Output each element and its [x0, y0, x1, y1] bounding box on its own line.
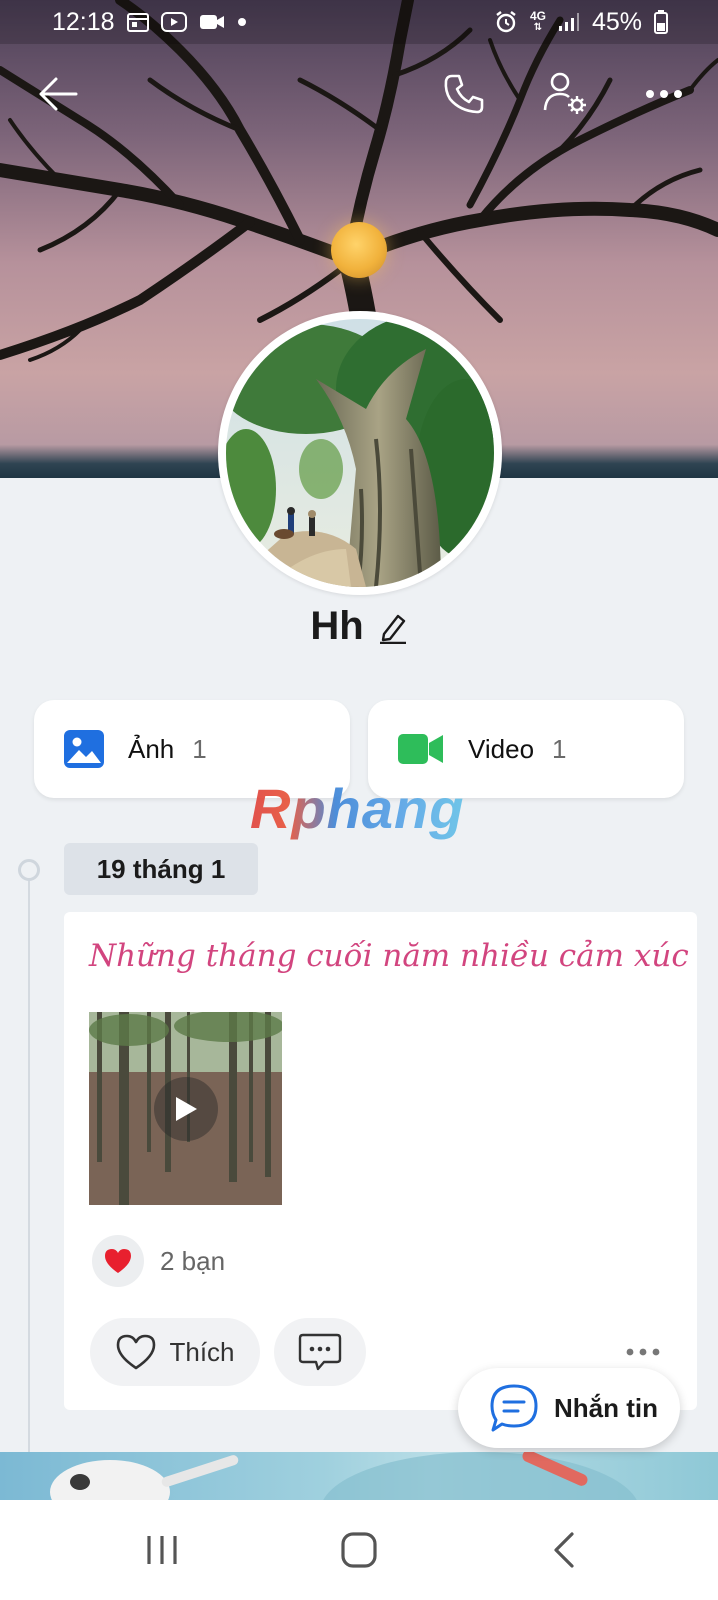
back-arrow-icon [39, 77, 78, 111]
moon [331, 222, 387, 278]
home-button[interactable] [319, 1524, 399, 1576]
timeline-date: 19 tháng 1 [64, 843, 258, 895]
avatar[interactable] [218, 311, 502, 595]
profile-name-row: Hh [0, 604, 718, 649]
next-post-preview[interactable] [0, 1452, 718, 1500]
network-type: 4G ⇅ [529, 9, 546, 33]
like-label: Thích [169, 1336, 235, 1367]
avatar-image [226, 319, 494, 587]
edit-name-button[interactable] [378, 610, 408, 644]
heart-outline-icon [117, 1334, 156, 1370]
system-nav-bar [0, 1500, 718, 1600]
calendar-icon [126, 12, 149, 32]
photo-icon [64, 730, 104, 768]
play-button[interactable] [154, 1077, 218, 1141]
reaction-count: 2 bạn [160, 1245, 226, 1276]
profile-settings-button[interactable] [536, 64, 596, 124]
signal-icon [558, 12, 580, 32]
more-icon [646, 90, 682, 98]
message-button[interactable]: Nhắn tin [458, 1368, 680, 1448]
play-icon [176, 1097, 197, 1121]
home-icon [341, 1532, 377, 1568]
chat-bubble-icon [490, 1384, 538, 1432]
phone-icon [444, 74, 484, 114]
user-settings-icon [543, 72, 586, 114]
video-thumbnail[interactable] [89, 1012, 282, 1205]
videos-label: Video [468, 733, 535, 764]
profile-toolbar [0, 64, 718, 124]
network-type-label: 4G [529, 9, 546, 23]
more-icon [626, 1348, 660, 1356]
watermark-logo: Rphang [250, 777, 465, 840]
back-button[interactable] [28, 64, 88, 124]
heart-icon [105, 1249, 131, 1273]
status-bar: 12:18 4G ⇅ 45% [0, 0, 718, 44]
post-card: Những tháng cuối năm nhiều cảm xúc 2 bạn… [64, 912, 697, 1410]
post-more-button[interactable] [618, 1337, 668, 1367]
photos-count: 1 [192, 733, 207, 764]
profile-name: Hh [310, 604, 364, 648]
heart-reaction-badge [92, 1235, 144, 1287]
recent-apps-button[interactable] [122, 1524, 202, 1576]
pencil-icon [379, 614, 406, 644]
timeline-dot [18, 859, 40, 881]
battery-icon [654, 10, 668, 34]
comment-icon [298, 1333, 342, 1371]
more-options-button[interactable] [634, 64, 694, 124]
photos-label: Ảnh [128, 733, 175, 764]
chevron-left-icon [554, 1532, 574, 1568]
post-text: Những tháng cuối năm nhiều cảm xúc [89, 938, 689, 974]
video-camera-icon [398, 734, 443, 764]
message-button-label: Nhắn tin [554, 1392, 658, 1423]
system-back-button[interactable] [524, 1524, 604, 1576]
alarm-icon [494, 10, 518, 34]
youtube-icon [160, 12, 187, 32]
battery-percent: 45% [591, 7, 642, 36]
status-time: 12:18 [52, 7, 115, 36]
videos-count: 1 [552, 733, 567, 764]
recent-apps-icon [147, 1536, 177, 1564]
video-camera-icon [199, 13, 225, 31]
like-button[interactable]: Thích [90, 1318, 260, 1386]
reactions-summary[interactable]: 2 bạn [92, 1235, 225, 1287]
notification-dot [237, 17, 247, 27]
next-post-image [50, 1452, 637, 1500]
call-button[interactable] [434, 64, 494, 124]
timeline-line [28, 878, 30, 1480]
comment-button[interactable] [274, 1318, 366, 1386]
